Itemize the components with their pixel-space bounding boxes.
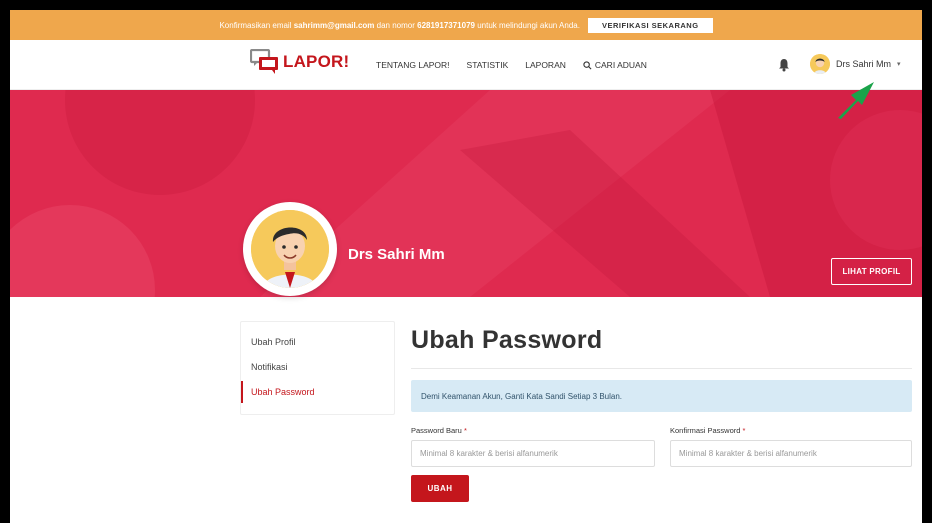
confirm-password-label: Konfirmasi Password * [670, 426, 746, 435]
lapor-logo[interactable]: LAPOR! [250, 49, 349, 75]
user-name: Drs Sahri Mm [836, 59, 892, 69]
profile-banner [10, 90, 922, 297]
nav-cari-aduan-label: CARI ADUAN [594, 60, 647, 70]
verification-notice-bar: Konfirmasikan email sahrimm@gmail.com da… [10, 10, 922, 40]
annotation-arrow-icon [838, 82, 874, 119]
nav-cari-aduan[interactable]: CARI ADUAN [583, 60, 647, 70]
nav-laporan[interactable]: LAPORAN [525, 60, 566, 70]
profile-name: Drs Sahri Mm [348, 246, 445, 263]
page: Konfirmasikan email sahrimm@gmail.com da… [10, 10, 922, 523]
banner-background [10, 90, 922, 297]
sidebar-item-notifikasi[interactable]: Notifikasi [241, 356, 394, 378]
user-menu[interactable]: Drs Sahri Mm ▾ [810, 54, 901, 74]
required-mark: * [742, 426, 746, 435]
chevron-down-icon: ▾ [897, 61, 901, 68]
notice-text: Konfirmasikan email sahrimm@gmail.com da… [219, 20, 580, 30]
search-icon [583, 60, 592, 69]
nav-tentang-lapor[interactable]: TENTANG LAPOR! [376, 60, 450, 70]
logo-text: LAPOR! [283, 52, 350, 71]
new-password-input[interactable] [411, 440, 655, 467]
notice-phone: 6281917371079 [417, 20, 475, 30]
verify-now-button[interactable]: VERIFIKASI SEKARANG [587, 17, 713, 33]
confirm-password-input[interactable] [670, 440, 912, 467]
title-divider [411, 368, 912, 369]
page-title: Ubah Password [411, 326, 603, 354]
profile-avatar-icon [251, 210, 329, 288]
nav-links: TENTANG LAPOR! STATISTIK LAPORAN CARI AD… [376, 40, 647, 90]
nav-statistik[interactable]: STATISTIK [467, 60, 509, 70]
notice-email: sahrimm@gmail.com [293, 20, 375, 30]
top-navbar: LAPOR! TENTANG LAPOR! STATISTIK LAPORAN … [10, 40, 922, 90]
profile-avatar [243, 202, 337, 296]
submit-password-button[interactable]: UBAH [411, 475, 469, 502]
security-alert: Demi Keamanan Akun, Ganti Kata Sandi Set… [411, 380, 912, 412]
sidebar-item-ubah-profil[interactable]: Ubah Profil [241, 331, 394, 353]
bell-icon[interactable] [778, 58, 790, 72]
lapor-logo-icon [250, 49, 278, 74]
user-avatar-icon [810, 54, 830, 74]
required-mark: * [463, 426, 467, 435]
sidebar-item-ubah-password[interactable]: Ubah Password [241, 381, 394, 403]
view-profile-button[interactable]: LIHAT PROFIL [831, 258, 912, 285]
settings-sidebar: Ubah Profil Notifikasi Ubah Password [240, 321, 395, 415]
new-password-label: Password Baru * [411, 426, 467, 435]
